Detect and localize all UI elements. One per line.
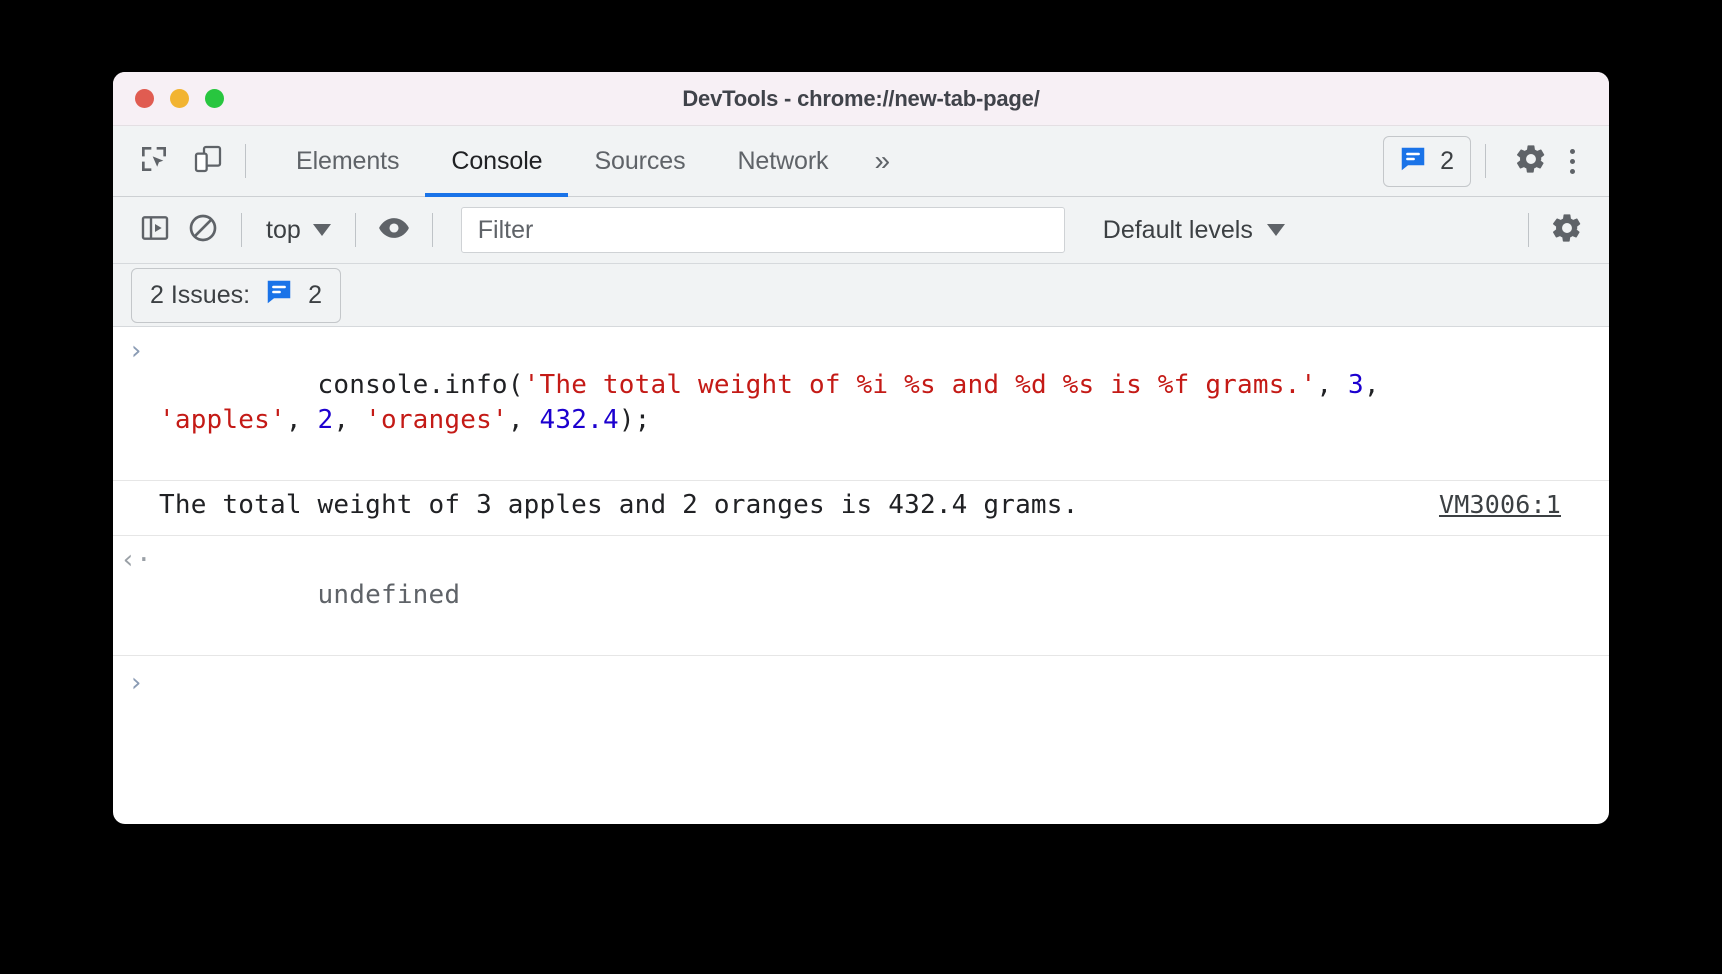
kebab-dot [1570,158,1575,164]
code-token: 'The total weight of %i %s and %d %s is … [523,370,1317,401]
execution-context-value: top [266,215,301,244]
console-result-value: undefined [159,543,1609,646]
clear-console-button[interactable] [179,208,227,252]
issues-bar-label: 2 Issues: [150,280,251,309]
issues-summary-button[interactable]: 2 Issues: 2 [131,267,341,323]
window-titlebar: DevTools - chrome://new-tab-page/ [113,72,1609,126]
console-message-list[interactable]: › console.info('The total weight of %i %… [113,327,1609,774]
filter-placeholder: Filter [477,215,534,244]
code-token: console.info( [317,370,524,401]
clear-console-icon [187,212,219,249]
tab-console[interactable]: Console [425,126,569,197]
inspect-element-icon [138,143,170,180]
result-marker-gutter: ‹· [113,543,159,646]
console-log-row: The total weight of 3 apples and 2 orang… [159,488,1609,526]
source-link[interactable]: VM3006:1 [1439,488,1589,521]
console-toolbar-right [1514,208,1591,252]
chevron-down-icon [312,224,331,236]
kebab-dot [1570,148,1575,154]
prompt-marker-gutter: › [113,666,159,698]
more-options-button[interactable] [1554,148,1591,174]
console-toolbar-divider [241,213,242,247]
tab-elements-label: Elements [296,146,400,175]
tab-network[interactable]: Network [711,126,854,196]
device-toolbar-button[interactable] [185,138,231,184]
issues-icon [1398,144,1428,179]
tab-console-label: Console [451,146,543,175]
console-toolbar-divider-3 [431,213,433,247]
console-input-entry[interactable]: › console.info('The total weight of %i %… [113,327,1609,482]
code-token: , [507,404,540,435]
console-toolbar: top Filter Default levels [113,197,1609,264]
code-token: , [333,404,366,435]
console-prompt[interactable]: › [113,656,1609,708]
live-expression-button[interactable] [370,208,418,252]
code-token: , [1363,370,1380,401]
chevron-down-icon [1266,224,1285,236]
input-marker-gutter: › [113,334,159,471]
code-token: 3 [1348,370,1364,401]
eye-icon [377,211,411,250]
log-gutter [113,488,159,526]
code-token: 'oranges' [365,404,508,435]
kebab-dot [1570,168,1575,174]
tabbar-divider [245,144,246,178]
issues-icon [264,277,294,314]
window-title: DevTools - chrome://new-tab-page/ [682,85,1040,111]
console-prompt-input[interactable] [159,666,1609,698]
tab-sources-label: Sources [594,146,686,175]
code-token: , [1316,370,1349,401]
tab-network-label: Network [737,146,829,175]
issues-bar-count: 2 [308,280,322,309]
devtools-window: DevTools - chrome://new-tab-page/ Elemen… [113,72,1609,824]
settings-button[interactable] [1508,138,1554,184]
code-token: ); [618,404,651,435]
code-token: , [285,404,318,435]
log-levels-selector[interactable]: Default levels [1093,216,1295,245]
issues-count: 2 [1440,146,1454,175]
devtools-tabbar: Elements Console Sources Network » 2 [113,126,1609,197]
prompt-marker-icon: › [128,668,144,699]
console-result-entry[interactable]: ‹· undefined [113,536,1609,657]
device-toolbar-icon [192,143,224,180]
tabbar-right-actions: 2 [1383,135,1609,187]
console-log-entry[interactable]: The total weight of 3 apples and 2 orang… [113,481,1609,537]
input-marker-icon: › [128,336,144,366]
tab-elements[interactable]: Elements [270,126,425,196]
filter-input[interactable]: Filter [460,207,1065,253]
console-input-code: console.info('The total weight of %i %s … [159,334,1609,471]
code-token: 432.4 [539,404,619,435]
console-log-message: The total weight of 3 apples and 2 orang… [159,490,1079,521]
issues-bar: 2 Issues: 2 [113,264,1609,327]
console-sidebar-button[interactable] [131,208,179,252]
issues-counter-button[interactable]: 2 [1383,135,1471,187]
code-token: 'apples' [159,404,286,435]
gear-icon [1514,142,1548,181]
execution-context-selector[interactable]: top [256,216,341,245]
chevron-double-right-icon: » [874,145,891,176]
tab-sources[interactable]: Sources [568,126,711,196]
undefined-value: undefined [317,579,461,610]
panel-tabs: Elements Console Sources Network [270,126,854,197]
code-token: 2 [317,404,334,435]
log-levels-value: Default levels [1102,215,1253,244]
screenshot-root: DevTools - chrome://new-tab-page/ Elemen… [0,0,1722,974]
tabbar-right-divider [1485,144,1486,178]
console-toolbar-divider-4 [1528,213,1529,247]
more-tabs-button[interactable]: » [854,145,910,177]
console-toolbar-divider-2 [354,213,356,247]
result-marker-icon: ‹· [120,545,152,576]
inspect-element-button[interactable] [131,138,177,184]
console-settings-button[interactable] [1543,208,1591,252]
gear-icon [1550,211,1584,250]
console-sidebar-icon [139,212,171,249]
